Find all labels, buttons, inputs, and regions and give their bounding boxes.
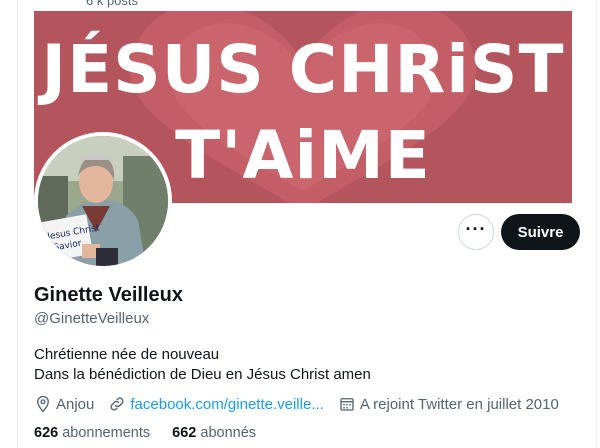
profile-handle: @GinetteVeilleux bbox=[34, 310, 150, 327]
profile-bio: Chrétienne née de nouveau Dans la bénédi… bbox=[34, 345, 371, 385]
profile-stats: 626 abonnements 662 abonnés bbox=[34, 425, 274, 441]
bio-line: Dans la bénédiction de Dieu en Jésus Chr… bbox=[34, 366, 371, 383]
calendar-icon bbox=[340, 398, 354, 411]
profile-name: Ginette Veilleux bbox=[34, 284, 183, 306]
joined-text: A rejoint Twitter en juillet 2010 bbox=[359, 395, 559, 413]
following-count: 626 bbox=[34, 425, 59, 441]
location-text: Anjou bbox=[56, 395, 95, 413]
website-item[interactable]: facebook.com/ginette.veille... bbox=[108, 395, 324, 413]
bio-line: Chrétienne née de nouveau bbox=[34, 346, 220, 363]
avatar-photo: Jesus Christ Savior bbox=[38, 136, 168, 266]
website-link[interactable]: facebook.com/ginette.veille... bbox=[130, 396, 323, 413]
follow-button[interactable]: Suivre bbox=[501, 214, 580, 250]
column-border-left bbox=[17, 0, 18, 448]
more-icon: ··· bbox=[465, 219, 487, 239]
joined-item: A rejoint Twitter en juillet 2010 bbox=[338, 395, 559, 413]
posts-count: 6 k posts bbox=[86, 0, 139, 8]
avatar[interactable]: Jesus Christ Savior bbox=[34, 132, 172, 270]
link-icon bbox=[110, 397, 124, 411]
location-pin-icon bbox=[37, 395, 49, 413]
following-stat[interactable]: 626 abonnements bbox=[34, 425, 154, 441]
more-button[interactable]: ··· bbox=[458, 214, 494, 250]
followers-label: abonnés bbox=[200, 425, 257, 441]
banner-text-line1: JÉSUS CHRiST bbox=[41, 31, 565, 108]
following-label: abonnements bbox=[62, 425, 151, 441]
followers-count: 662 bbox=[172, 425, 197, 441]
location-item: Anjou bbox=[34, 395, 94, 413]
followers-stat[interactable]: 662 abonnés bbox=[172, 425, 256, 441]
profile-meta: Anjou facebook.com/ginette.veille... A r… bbox=[34, 394, 573, 414]
column-border-right bbox=[596, 0, 597, 448]
